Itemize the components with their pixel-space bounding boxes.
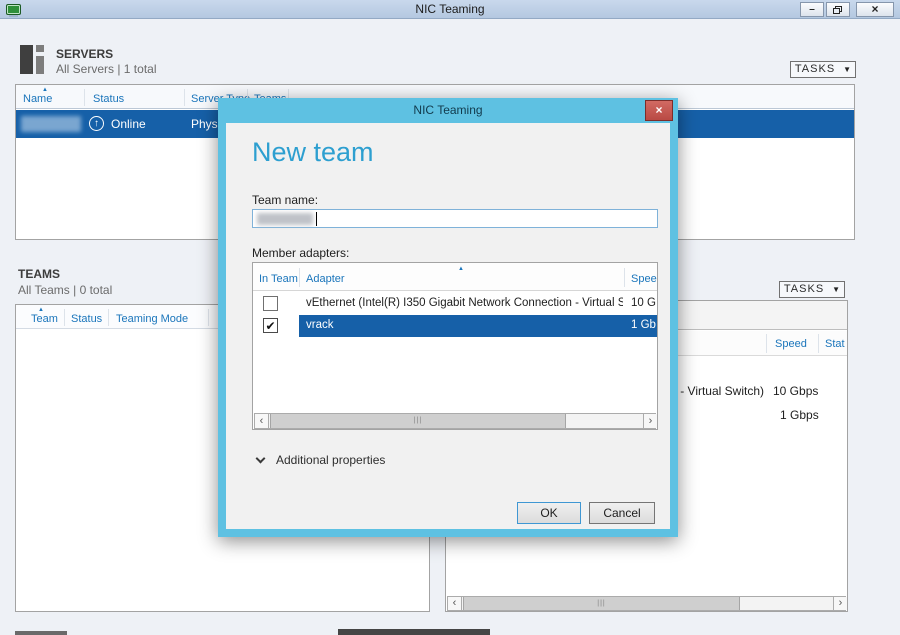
redacted-team-name [257, 213, 313, 225]
servers-icon [20, 45, 33, 74]
col-status[interactable]: Status [93, 93, 124, 105]
servers-icon-part [36, 45, 44, 52]
teams-heading: TEAMS [18, 267, 60, 281]
dialog-title: NIC Teaming [218, 98, 678, 123]
nic-teaming-window: NIC Teaming – × SERVERS All Servers | 1 … [0, 0, 900, 635]
dialog-heading: New team [252, 137, 374, 168]
restore-button[interactable] [826, 2, 850, 17]
in-team-checkbox[interactable] [263, 296, 278, 311]
scroll-left-icon[interactable]: ‹ [255, 414, 269, 428]
taskbar-fragment [338, 629, 490, 635]
dialog-close-button[interactable]: × [645, 100, 673, 121]
member-adapters-header: In Team Adapter ▲ Speed [253, 263, 657, 291]
servers-heading: SERVERS [56, 47, 113, 61]
check-icon: ✔ [265, 319, 275, 333]
col-state[interactable]: Stat [825, 338, 846, 350]
servers-tasks-button[interactable]: TASKS▼ [790, 61, 856, 78]
scroll-right-icon[interactable]: › [643, 414, 657, 428]
text-cursor [316, 212, 317, 226]
scroll-left-icon[interactable]: ‹ [448, 597, 462, 610]
member-adapters-label: Member adapters: [252, 246, 349, 260]
close-button[interactable]: × [856, 2, 894, 17]
chevron-down-icon [256, 454, 266, 464]
window-titlebar: NIC Teaming – × [0, 0, 900, 19]
member-adapters-table: In Team Adapter ▲ Speed vEthernet (Intel… [252, 262, 658, 430]
new-team-dialog: NIC Teaming × New team Team name: Member… [218, 98, 678, 537]
close-icon: × [871, 2, 878, 16]
adapter-speed: 1 Gbps [780, 408, 819, 422]
minimize-icon: – [809, 4, 815, 15]
close-icon: × [655, 103, 662, 117]
dialog-h-scrollbar[interactable]: ‹ ||| › [254, 413, 656, 429]
col-adapter-speed[interactable]: Speed [631, 273, 657, 285]
redacted-server-name [21, 116, 81, 132]
minimize-button[interactable]: – [800, 2, 824, 17]
servers-icon-part [36, 56, 44, 74]
team-name-input[interactable] [252, 209, 658, 228]
online-status-icon: ↑ [89, 116, 104, 131]
caret-down-icon: ▼ [832, 285, 840, 294]
server-status: Online [111, 117, 146, 131]
adapter-row-vrack[interactable]: ✔ vrack 1 Gbps [253, 315, 657, 337]
col-teaming-mode[interactable]: Teaming Mode [116, 313, 188, 325]
adapter-row-vethernet[interactable]: vEthernet (Intel(R) I350 Gigabit Network… [253, 293, 657, 315]
col-team-status[interactable]: Status [71, 313, 102, 325]
col-speed[interactable]: Speed [775, 338, 807, 350]
ok-button[interactable]: OK [517, 502, 581, 524]
scrollbar-thumb[interactable]: ||| [463, 597, 740, 610]
col-name[interactable]: Name [23, 93, 52, 105]
in-team-checkbox-checked[interactable]: ✔ [263, 318, 278, 333]
col-in-team[interactable]: In Team [259, 273, 298, 285]
team-name-label: Team name: [252, 193, 318, 207]
col-team[interactable]: Team [31, 313, 58, 325]
scroll-right-icon[interactable]: › [833, 597, 847, 610]
sort-asc-icon: ▲ [458, 266, 464, 272]
adapter-speed: 10 Gbps [773, 384, 818, 398]
adapters-h-scrollbar[interactable]: ‹ ||| › [447, 596, 846, 611]
cancel-button[interactable]: Cancel [589, 502, 655, 524]
servers-subheading: All Servers | 1 total [56, 62, 157, 76]
caret-down-icon: ▼ [843, 65, 851, 74]
teams-subheading: All Teams | 0 total [18, 283, 112, 297]
col-adapter[interactable]: Adapter [306, 273, 345, 285]
teams-tasks-button[interactable]: TASKS▼ [779, 281, 845, 298]
scrollbar-thumb[interactable]: ||| [270, 414, 566, 428]
taskbar-fragment [15, 631, 67, 635]
dialog-body: New team Team name: Member adapters: In … [226, 123, 670, 529]
window-title: NIC Teaming [0, 2, 900, 16]
